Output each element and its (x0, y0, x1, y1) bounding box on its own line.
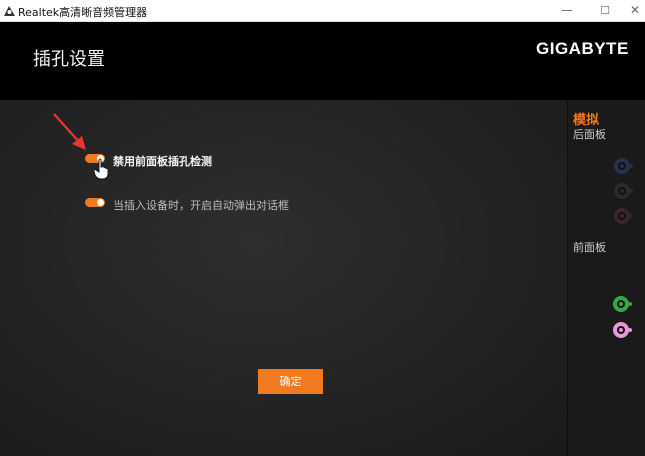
jack-core (618, 162, 626, 170)
close-button[interactable]: ✕ (615, 0, 645, 22)
front-jack-pink-icon[interactable] (613, 322, 632, 338)
jack-tip (629, 189, 633, 193)
page-title: 插孔设置 (33, 49, 105, 70)
jack-core (617, 300, 625, 308)
hand-cursor-icon (93, 158, 109, 180)
jack-tip (628, 302, 632, 306)
auto-popup-dialog-toggle[interactable] (85, 198, 105, 207)
rear-jack-pink-icon[interactable] (614, 208, 633, 224)
header-bar: 插孔设置 GIGABYTE (0, 22, 645, 100)
rear-jack-green-icon[interactable] (614, 183, 633, 199)
realtek-app-icon (4, 6, 15, 16)
rear-panel-label: 后面板 (573, 128, 606, 141)
front-jack-green-icon[interactable] (613, 296, 632, 312)
jack-core (617, 326, 625, 334)
window-title: Realtek高清晰音频管理器 (18, 6, 148, 19)
jack-core (618, 187, 626, 195)
jack-tip (629, 164, 633, 168)
connector-side-panel (567, 100, 645, 456)
rear-jack-blue-icon[interactable] (614, 158, 633, 174)
jack-tip (628, 328, 632, 332)
front-panel-label: 前面板 (573, 241, 606, 254)
gigabyte-logo: GIGABYTE (536, 39, 629, 58)
toggle-knob (97, 199, 104, 206)
disable-front-panel-detection-label[interactable]: 禁用前面板插孔检测 (113, 153, 212, 169)
jack-tip (629, 214, 633, 218)
red-pointer-arrow-icon (53, 113, 86, 150)
settings-panel (0, 100, 567, 456)
jack-core (618, 212, 626, 220)
title-bar: Realtek高清晰音频管理器 — ☐ ✕ (0, 0, 645, 22)
ok-button[interactable]: 确定 (258, 369, 323, 394)
minimize-button[interactable]: — (547, 0, 587, 22)
auto-popup-dialog-label[interactable]: 当插入设备时，开启自动弹出对话框 (113, 197, 289, 213)
